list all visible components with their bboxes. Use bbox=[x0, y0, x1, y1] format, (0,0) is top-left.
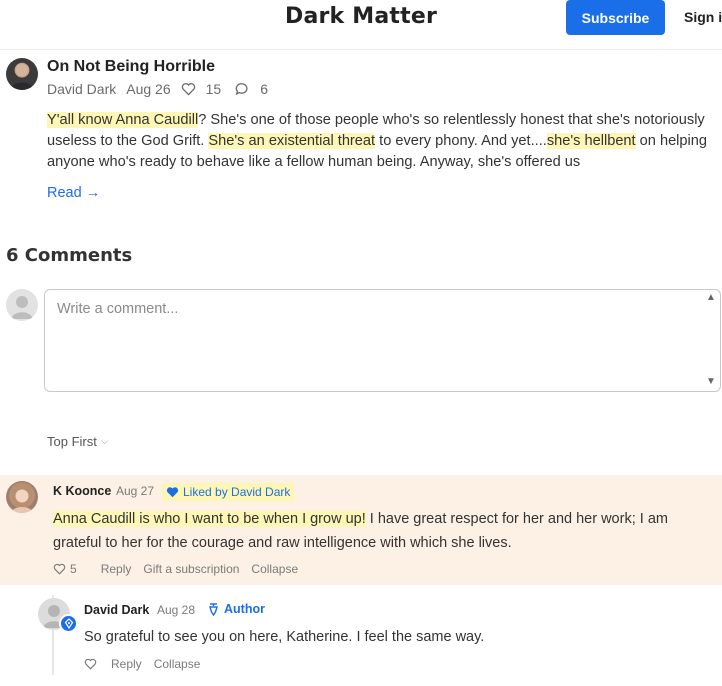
comments-heading: 6 Comments bbox=[6, 245, 133, 266]
excerpt-highlight: She's an existential threat bbox=[208, 133, 376, 149]
post-comments-count: 6 bbox=[260, 81, 268, 97]
post-title[interactable]: On Not Being Horrible bbox=[47, 58, 215, 76]
author-badge-label: Author bbox=[224, 602, 265, 616]
collapse-button[interactable]: Collapse bbox=[251, 562, 298, 576]
read-link[interactable]: Read → bbox=[47, 185, 100, 201]
comment-actions: 5 Reply Gift a subscription Collapse bbox=[53, 562, 310, 576]
sort-label: Top First bbox=[47, 434, 97, 449]
excerpt-text: to every phony. And yet.... bbox=[375, 133, 547, 149]
scroll-up-icon[interactable]: ▲ bbox=[706, 292, 716, 303]
comment-date[interactable]: Aug 27 bbox=[116, 484, 154, 498]
reply-body: So grateful to see you on here, Katherin… bbox=[84, 629, 485, 645]
comment-icon[interactable] bbox=[235, 82, 250, 96]
gift-subscription-button[interactable]: Gift a subscription bbox=[143, 562, 239, 576]
like-button[interactable]: 5 bbox=[53, 562, 89, 576]
scroll-down-icon[interactable]: ▼ bbox=[706, 376, 716, 387]
like-count: 5 bbox=[70, 562, 77, 576]
reply-button[interactable]: Reply bbox=[111, 657, 142, 671]
liked-by-text: Liked by David Dark bbox=[183, 485, 291, 499]
sign-in-link[interactable]: Sign in bbox=[684, 9, 722, 25]
reply-date[interactable]: Aug 28 bbox=[157, 603, 195, 617]
comment-input[interactable] bbox=[44, 289, 721, 392]
heart-icon bbox=[53, 563, 66, 575]
comment-body: Anna Caudill is who I want to be when I … bbox=[53, 507, 703, 555]
reply-button[interactable]: Reply bbox=[101, 562, 132, 576]
liked-by-badge: Liked by David Dark bbox=[162, 483, 295, 501]
commenter-avatar[interactable] bbox=[6, 481, 38, 513]
pen-nib-icon bbox=[209, 602, 218, 616]
author-avatar[interactable] bbox=[6, 58, 38, 90]
user-avatar bbox=[6, 289, 38, 321]
subscribe-button[interactable]: Subscribe bbox=[566, 0, 665, 35]
top-bar: Dark Matter Subscribe Sign in bbox=[0, 0, 722, 50]
heart-filled-icon bbox=[166, 487, 179, 498]
post-date: Aug 26 bbox=[126, 81, 171, 97]
reply-author[interactable]: David Dark bbox=[84, 603, 149, 617]
excerpt-highlight: she's hellbent bbox=[546, 133, 636, 149]
post-likes-count: 15 bbox=[205, 81, 222, 97]
author-badge: Author bbox=[208, 602, 265, 616]
post-excerpt: Y'all know Anna Caudill? She's one of th… bbox=[47, 110, 717, 173]
author-pen-icon bbox=[59, 614, 78, 633]
reply-actions: Reply Collapse bbox=[84, 657, 212, 671]
comment-item: K Koonce Aug 27 Liked by David Dark Anna… bbox=[0, 475, 722, 585]
post-meta: David Dark Aug 26 15 6 bbox=[47, 81, 278, 97]
comment-highlight: Anna Caudill is who I want to be when I … bbox=[53, 511, 366, 527]
excerpt-highlight: Y'all know Anna Caudill bbox=[47, 112, 199, 128]
reply-like-button[interactable] bbox=[84, 658, 97, 670]
chevron-down-icon: ⌵ bbox=[100, 436, 109, 447]
post-author[interactable]: David Dark bbox=[47, 81, 116, 97]
sort-dropdown[interactable]: Top First ⌵ bbox=[47, 434, 108, 449]
heart-icon[interactable] bbox=[181, 82, 196, 96]
heart-icon bbox=[84, 658, 97, 670]
collapse-button[interactable]: Collapse bbox=[154, 657, 201, 671]
comment-author[interactable]: K Koonce bbox=[53, 484, 111, 498]
